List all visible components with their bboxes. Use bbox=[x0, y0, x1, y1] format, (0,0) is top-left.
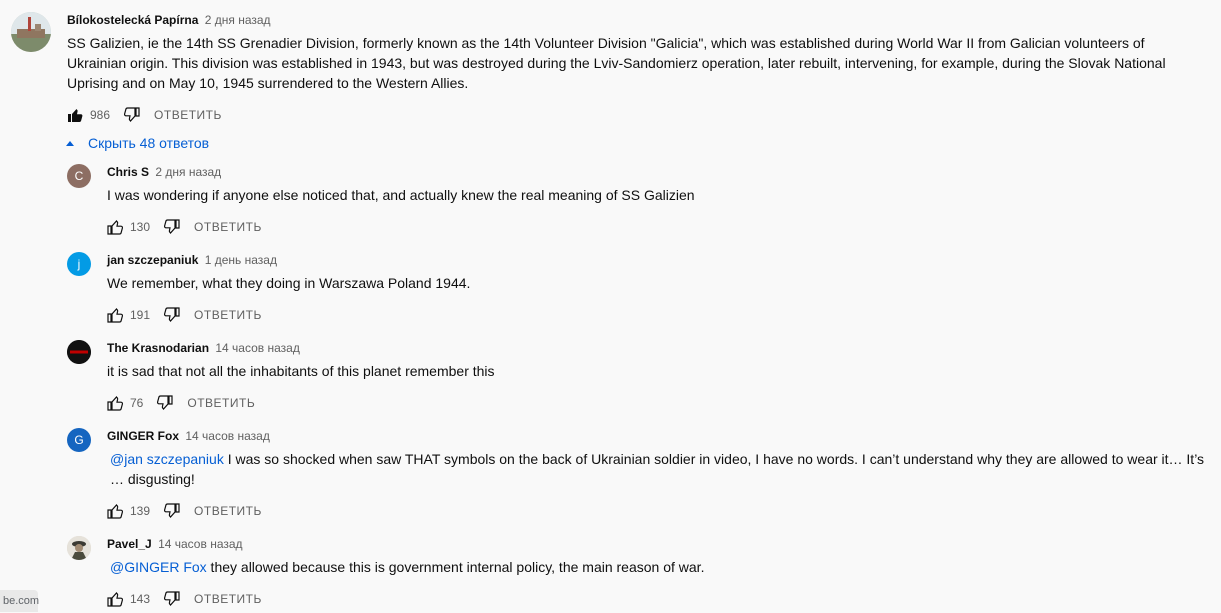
author-name[interactable]: GINGER Fox bbox=[107, 429, 179, 443]
avatar[interactable]: C bbox=[67, 164, 91, 188]
author-name[interactable]: Chris S bbox=[107, 165, 149, 179]
reply-actions: 191 ОТВЕТИТЬ bbox=[107, 305, 262, 325]
like-icon[interactable] bbox=[107, 395, 123, 411]
author-name[interactable]: Bílokostelecká Papírna bbox=[67, 13, 198, 27]
timestamp[interactable]: 1 день назад bbox=[205, 253, 277, 267]
avatar[interactable]: j bbox=[67, 252, 91, 276]
channel-avatar[interactable] bbox=[11, 12, 51, 52]
author-name[interactable]: Pavel_J bbox=[107, 537, 152, 551]
reply-button[interactable]: ОТВЕТИТЬ bbox=[194, 504, 262, 518]
reply-header: jan szczepaniuk 1 день назад bbox=[107, 253, 277, 267]
avatar-letter: j bbox=[77, 257, 81, 271]
reply-text: We remember, what they doing in Warszawa… bbox=[107, 275, 471, 291]
hide-replies-label: Скрыть 48 ответов bbox=[88, 135, 210, 151]
castle-photo-icon bbox=[11, 12, 51, 52]
like-count: 139 bbox=[130, 504, 151, 518]
status-url-chip: be.com bbox=[0, 590, 39, 612]
dislike-icon[interactable] bbox=[164, 307, 180, 323]
like-count: 986 bbox=[90, 108, 111, 122]
reply-button[interactable]: ОТВЕТИТЬ bbox=[194, 220, 262, 234]
timestamp[interactable]: 2 дня назад bbox=[155, 165, 221, 179]
reply-text: @GINGER Fox they allowed because this is… bbox=[110, 557, 704, 577]
avatar[interactable]: G bbox=[67, 428, 91, 452]
avatar-letter: C bbox=[74, 169, 84, 183]
reply-text: it is sad that not all the inhabitants o… bbox=[107, 363, 495, 379]
dislike-icon[interactable] bbox=[164, 503, 180, 519]
caret-up-icon bbox=[66, 140, 74, 146]
reply-header: Chris S 2 дня назад bbox=[107, 165, 221, 179]
reply-actions: 139 ОТВЕТИТЬ bbox=[107, 501, 262, 521]
dislike-icon[interactable] bbox=[157, 395, 173, 411]
like-icon[interactable] bbox=[107, 503, 123, 519]
dislike-icon[interactable] bbox=[164, 219, 180, 235]
reply-button[interactable]: ОТВЕТИТЬ bbox=[154, 108, 222, 122]
reply-actions: 143 ОТВЕТИТЬ bbox=[107, 589, 262, 609]
like-icon[interactable] bbox=[107, 219, 123, 235]
reply-body: they allowed because this is government … bbox=[206, 559, 705, 575]
like-count: 76 bbox=[130, 396, 144, 410]
comment-actions: 986 ОТВЕТИТЬ bbox=[67, 105, 222, 125]
reply-button[interactable]: ОТВЕТИТЬ bbox=[187, 396, 255, 410]
dislike-icon[interactable] bbox=[164, 591, 180, 607]
reply-header: GINGER Fox 14 часов назад bbox=[107, 429, 270, 443]
avatar[interactable] bbox=[67, 340, 91, 364]
like-count: 143 bbox=[130, 592, 151, 606]
author-name[interactable]: jan szczepaniuk bbox=[107, 253, 198, 267]
reply-header: Pavel_J 14 часов назад bbox=[107, 537, 243, 551]
soldier-photo-icon bbox=[67, 536, 91, 560]
dislike-icon[interactable] bbox=[124, 107, 140, 123]
timestamp[interactable]: 2 дня назад bbox=[205, 13, 271, 27]
channel-logo-icon bbox=[67, 340, 91, 364]
timestamp[interactable]: 14 часов назад bbox=[215, 341, 299, 355]
comment-header: Bílokostelecká Papírna 2 дня назад bbox=[67, 13, 271, 27]
like-count: 130 bbox=[130, 220, 151, 234]
avatar-letter: G bbox=[74, 433, 84, 447]
mention-link[interactable]: @GINGER Fox bbox=[110, 559, 207, 575]
reply-text: I was wondering if anyone else noticed t… bbox=[107, 187, 695, 203]
like-icon[interactable] bbox=[107, 591, 123, 607]
like-icon[interactable] bbox=[107, 307, 123, 323]
mention-link[interactable]: @jan szczepaniuk bbox=[110, 451, 224, 467]
hide-replies-button[interactable]: Скрыть 48 ответов bbox=[66, 133, 209, 153]
reply-text: @jan szczepaniuk I was so shocked when s… bbox=[110, 449, 1210, 489]
reply-body: I was so shocked when saw THAT symbols o… bbox=[110, 451, 1205, 487]
timestamp[interactable]: 14 часов назад bbox=[185, 429, 269, 443]
like-count: 191 bbox=[130, 308, 151, 322]
timestamp[interactable]: 14 часов назад bbox=[158, 537, 242, 551]
reply-button[interactable]: ОТВЕТИТЬ bbox=[194, 308, 262, 322]
avatar[interactable] bbox=[67, 536, 91, 560]
reply-actions: 76 ОТВЕТИТЬ bbox=[107, 393, 255, 413]
reply-actions: 130 ОТВЕТИТЬ bbox=[107, 217, 262, 237]
comment-text: SS Galizien, ie the 14th SS Grenadier Di… bbox=[67, 35, 1166, 91]
reply-header: The Krasnodarian 14 часов назад bbox=[107, 341, 300, 355]
like-filled-icon[interactable] bbox=[67, 107, 83, 123]
reply-button[interactable]: ОТВЕТИТЬ bbox=[194, 592, 262, 606]
author-name[interactable]: The Krasnodarian bbox=[107, 341, 209, 355]
